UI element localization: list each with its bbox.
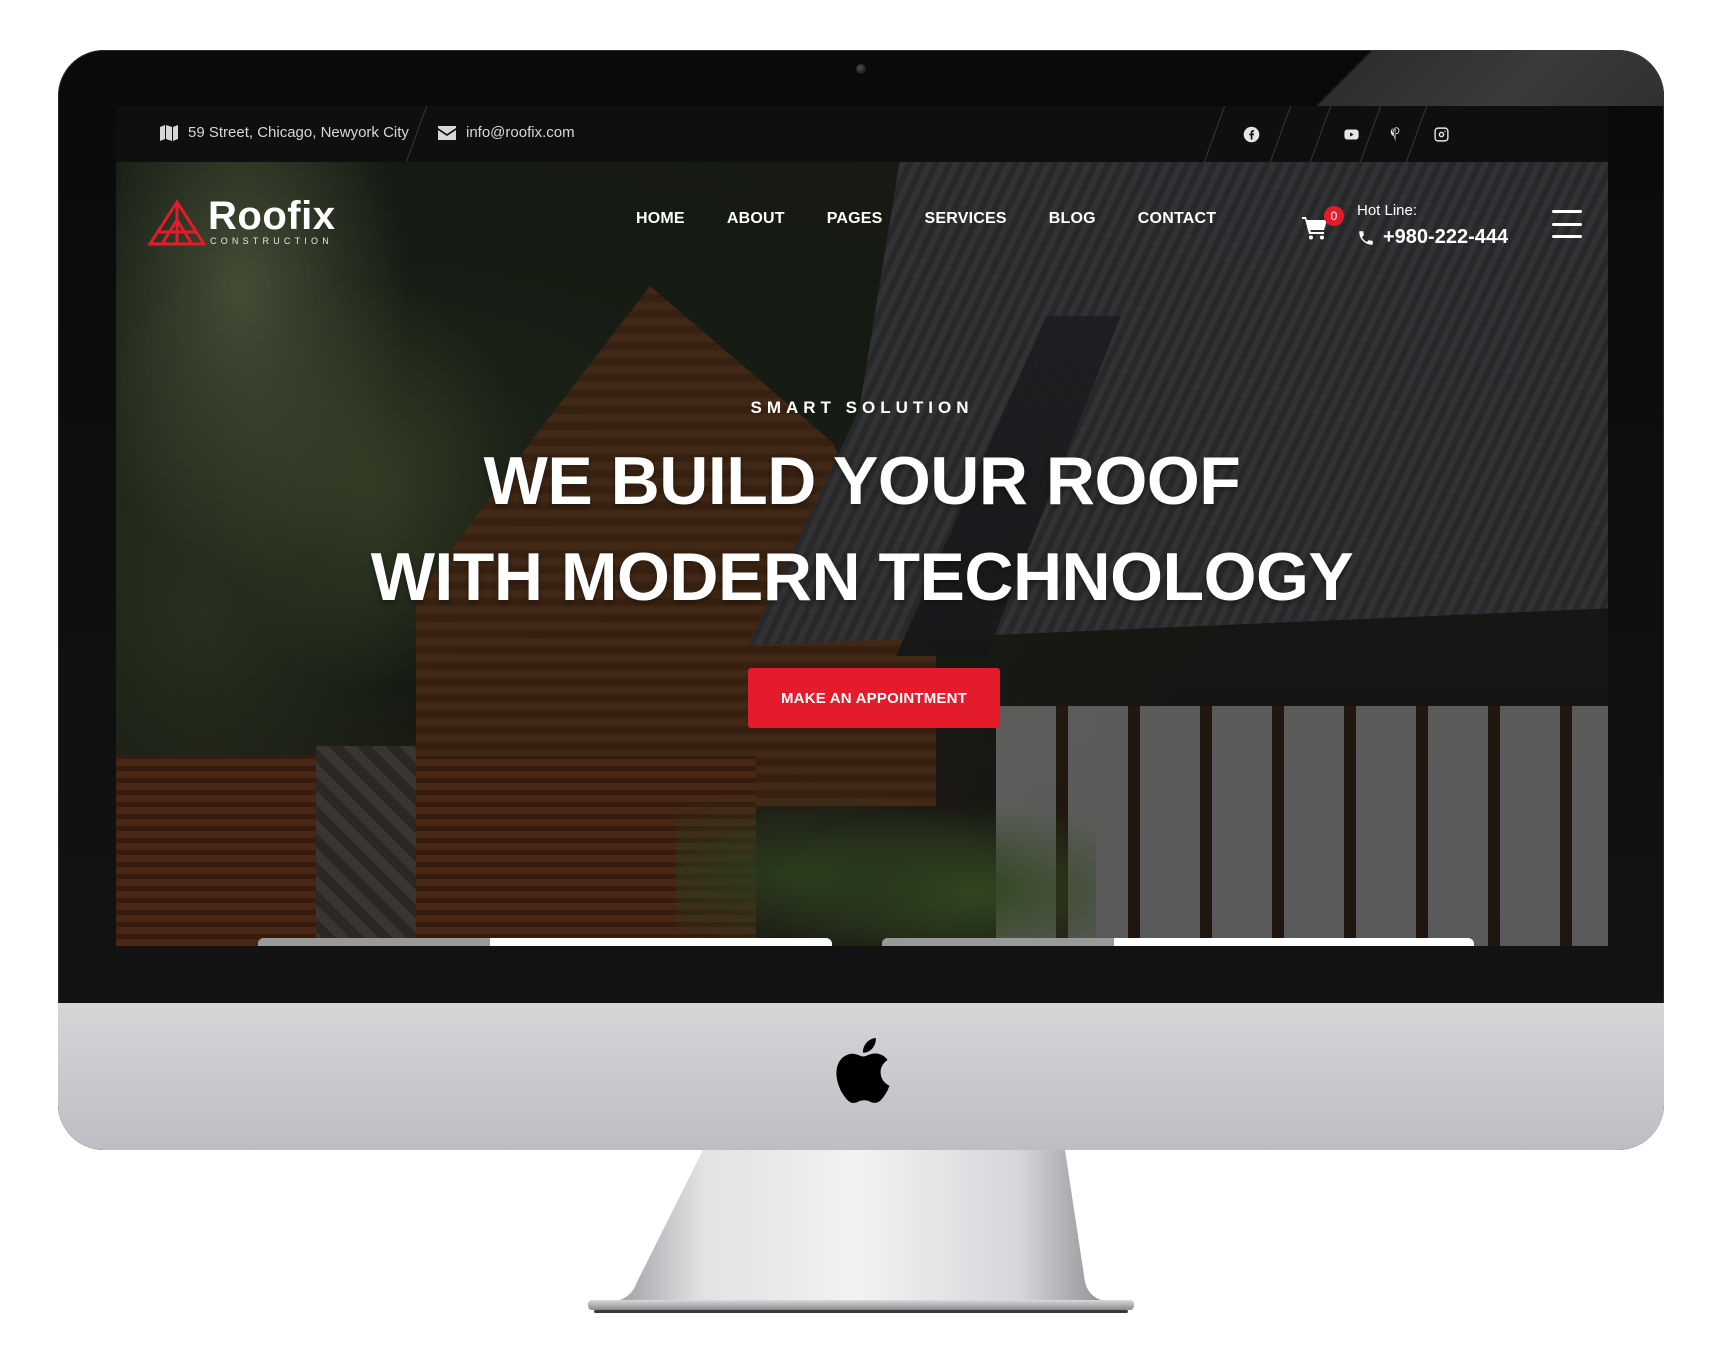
nav-home[interactable]: HOME bbox=[636, 210, 685, 228]
hero-eyebrow: SMART SOLUTION bbox=[750, 398, 974, 417]
feature-card-image bbox=[882, 938, 1114, 946]
hotline-number-text: +980-222-444 bbox=[1383, 226, 1509, 248]
map-icon bbox=[160, 124, 178, 141]
topbar-divider bbox=[405, 106, 428, 162]
phone-icon bbox=[1359, 230, 1373, 245]
email-info[interactable]: info@roofix.com bbox=[438, 124, 575, 141]
main-navigation: HOME ABOUT PAGES SERVICES BLOG CONTACT bbox=[636, 210, 1216, 228]
youtube-icon[interactable] bbox=[1340, 123, 1362, 145]
email-text[interactable]: info@roofix.com bbox=[466, 124, 575, 141]
nav-contact[interactable]: CONTACT bbox=[1138, 210, 1216, 228]
feature-card-image bbox=[258, 938, 490, 946]
feature-card bbox=[882, 938, 1474, 946]
hamburger-line bbox=[1552, 210, 1582, 213]
monitor-frame: 59 Street, Chicago, Newyork City info@ro… bbox=[58, 50, 1664, 1150]
nav-pages[interactable]: PAGES bbox=[827, 210, 883, 228]
make-appointment-button[interactable]: MAKE AN APPOINTMENT bbox=[748, 668, 1000, 728]
hero-headline-line2: WITH MODERN TECHNOLOGY bbox=[370, 539, 1354, 615]
topbar-divider bbox=[1203, 106, 1226, 162]
camera bbox=[856, 64, 866, 74]
monitor-stand bbox=[588, 1150, 1134, 1313]
brand-tagline: CONSTRUCTION bbox=[210, 236, 333, 246]
topbar-divider bbox=[1405, 106, 1428, 162]
nav-services[interactable]: SERVICES bbox=[925, 210, 1007, 228]
hotline-label: Hot Line: bbox=[1357, 202, 1418, 219]
facebook-icon[interactable] bbox=[1240, 123, 1262, 145]
website-screen: 59 Street, Chicago, Newyork City info@ro… bbox=[116, 106, 1608, 946]
address-text: 59 Street, Chicago, Newyork City bbox=[188, 124, 409, 141]
envelope-icon bbox=[438, 125, 456, 140]
address-info: 59 Street, Chicago, Newyork City bbox=[160, 124, 409, 141]
nav-blog[interactable]: BLOG bbox=[1049, 210, 1096, 228]
brand-logo[interactable]: Roofix CONSTRUCTION bbox=[146, 194, 366, 254]
topbar-divider bbox=[1269, 106, 1292, 162]
topbar-divider bbox=[1359, 106, 1382, 162]
hotline-number[interactable]: +980-222-444 bbox=[1357, 226, 1508, 249]
feature-card bbox=[258, 938, 832, 946]
nav-about[interactable]: ABOUT bbox=[727, 210, 785, 228]
roof-logo-icon bbox=[147, 199, 207, 246]
topbar-divider bbox=[1309, 106, 1332, 162]
hamburger-line bbox=[1552, 222, 1582, 226]
brand-name: Roofix bbox=[208, 194, 336, 238]
top-info-bar: 59 Street, Chicago, Newyork City info@ro… bbox=[116, 106, 1608, 162]
pinterest-icon[interactable] bbox=[1384, 123, 1406, 145]
instagram-icon[interactable] bbox=[1430, 123, 1452, 145]
apple-logo-icon bbox=[836, 1038, 890, 1104]
hamburger-line bbox=[1552, 235, 1582, 238]
menu-hamburger-icon[interactable] bbox=[1552, 210, 1582, 238]
hero-headline-line1: WE BUILD YOUR ROOF bbox=[483, 443, 1241, 519]
screen-glare bbox=[1304, 50, 1664, 106]
cart-count-badge: 0 bbox=[1324, 206, 1344, 226]
